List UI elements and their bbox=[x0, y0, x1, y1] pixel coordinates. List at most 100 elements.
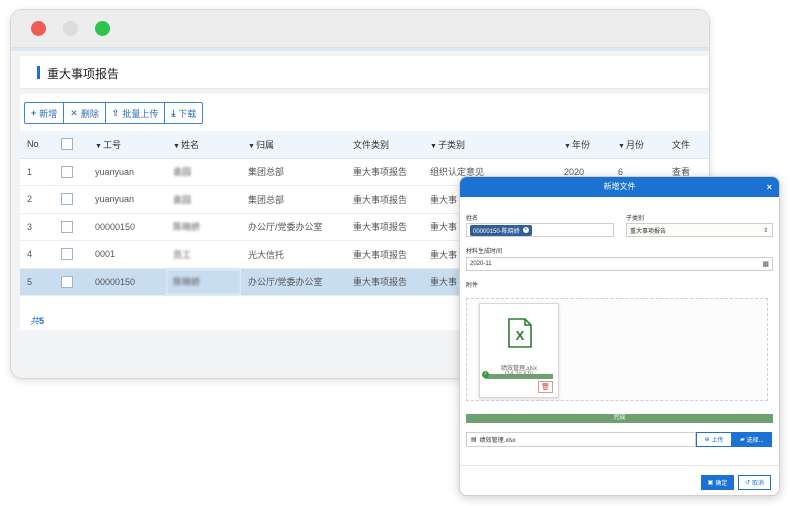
delete-file-button[interactable]: 🗑 bbox=[538, 381, 553, 393]
batch-upload-button[interactable]: ⇪ 批量上传 bbox=[104, 102, 166, 124]
column-header-org[interactable]: ▼归属 bbox=[241, 131, 346, 159]
download-icon: ⤓ bbox=[171, 107, 176, 118]
cell-id: 00000150 bbox=[88, 213, 166, 241]
cell-select[interactable] bbox=[54, 158, 88, 186]
confirm-button-label: 确定 bbox=[715, 481, 728, 487]
calendar-icon[interactable]: ▦ bbox=[762, 260, 769, 268]
column-header-file: 文件 bbox=[665, 131, 709, 159]
file-preview-card: X 绩效管理.xlsx (14.38 KB) ✓ 🗑 bbox=[479, 303, 559, 398]
name-field[interactable]: 00000150-陈晓娇 × bbox=[466, 223, 614, 237]
window-titlebar bbox=[11, 10, 709, 48]
trash-icon: 🗑 bbox=[541, 384, 550, 391]
cell-type: 重大事项报告 bbox=[346, 185, 423, 214]
save-icon: ▣ bbox=[707, 480, 714, 486]
batch-upload-label: 批量上传 bbox=[122, 108, 159, 119]
page-header: 重大事项报告 bbox=[20, 56, 709, 89]
cell-name: 袁园 bbox=[166, 185, 241, 214]
cancel-button[interactable]: ↺ 取消 bbox=[738, 475, 771, 490]
filter-icon[interactable]: ▼ bbox=[173, 143, 180, 150]
name-label: 姓名 bbox=[466, 216, 479, 222]
cell-type: 重大事项报告 bbox=[346, 158, 423, 186]
row-checkbox[interactable] bbox=[61, 220, 73, 233]
cell-id: yuanyuan bbox=[88, 158, 166, 186]
maximize-window-button[interactable] bbox=[95, 21, 110, 36]
row-checkbox[interactable] bbox=[61, 193, 73, 206]
add-file-modal: 新增文件 × 姓名 00000150-陈晓娇 × 子类别 重大事项报告 ⇕ 材料… bbox=[459, 176, 780, 496]
delete-button[interactable]: ✕ 删除 bbox=[63, 102, 106, 124]
column-header-type: 文件类别 bbox=[346, 131, 423, 159]
subcategory-value: 重大事项报告 bbox=[630, 228, 667, 235]
upload-icon: ⇪ bbox=[111, 107, 120, 118]
table-header-row: No ▼工号 ▼姓名 ▼归属 文件类别 ▼子类别 ▼年份 ▼月份 文件 bbox=[20, 131, 709, 159]
cell-select[interactable] bbox=[54, 185, 88, 214]
cell-no: 3 bbox=[20, 213, 54, 241]
filter-icon[interactable]: ▼ bbox=[248, 143, 255, 150]
remove-tag-icon[interactable]: × bbox=[522, 227, 529, 233]
cell-select[interactable] bbox=[54, 213, 88, 241]
file-size: (14.38 KB) bbox=[504, 371, 534, 377]
cell-id: yuanyuan bbox=[88, 185, 166, 214]
upload-file-field[interactable]: ▤ 绩效管理.xlsx bbox=[466, 432, 696, 447]
column-header-subtype[interactable]: ▼子类别 bbox=[423, 131, 557, 159]
delete-button-label: 删除 bbox=[80, 108, 99, 119]
subcategory-select[interactable]: 重大事项报告 ⇕ bbox=[626, 223, 773, 237]
add-button[interactable]: + 新增 bbox=[24, 102, 65, 124]
column-header-no: No bbox=[20, 131, 54, 159]
check-circle-icon: ✓ bbox=[482, 371, 489, 378]
cell-org: 办公厅/党委办公室 bbox=[241, 268, 346, 296]
filter-icon[interactable]: ▼ bbox=[564, 143, 571, 150]
date-label: 材料生成时间 bbox=[466, 249, 503, 255]
modal-header: 新增文件 × bbox=[460, 177, 779, 197]
attachment-label: 附件 bbox=[466, 283, 479, 289]
upload-circle-icon: ⊕ bbox=[704, 437, 710, 443]
cell-name: 员工 bbox=[166, 240, 241, 269]
x-icon: ✕ bbox=[70, 107, 78, 118]
cell-select[interactable] bbox=[54, 240, 88, 269]
column-header-select[interactable] bbox=[54, 131, 88, 159]
upload-button-label: 上传 bbox=[711, 438, 724, 444]
modal-title: 新增文件 bbox=[603, 182, 636, 191]
cell-select[interactable] bbox=[54, 268, 88, 296]
subcategory-label: 子类别 bbox=[626, 216, 645, 222]
column-header-year[interactable]: ▼年份 bbox=[557, 131, 611, 159]
download-button[interactable]: ⤓ 下载 bbox=[164, 102, 204, 124]
total-number: 5 bbox=[39, 316, 45, 326]
filter-icon[interactable]: ▼ bbox=[95, 143, 102, 150]
add-button-label: 新增 bbox=[39, 108, 58, 119]
modal-close-icon[interactable]: × bbox=[767, 177, 772, 197]
column-header-month[interactable]: ▼月份 bbox=[611, 131, 665, 159]
date-field[interactable]: 2020-11 ▦ bbox=[466, 257, 773, 271]
minimize-window-button[interactable] bbox=[63, 21, 78, 36]
row-checkbox[interactable] bbox=[61, 165, 73, 178]
row-checkbox[interactable] bbox=[61, 248, 73, 261]
top-accent-strip bbox=[11, 48, 709, 51]
confirm-button[interactable]: ▣ 确定 bbox=[701, 475, 734, 490]
upload-complete-bar: 完成 bbox=[466, 414, 773, 423]
close-window-button[interactable] bbox=[31, 21, 46, 36]
name-tag-text: 00000150-陈晓娇 bbox=[473, 228, 520, 235]
cell-type: 重大事项报告 bbox=[346, 213, 423, 241]
row-checkbox[interactable] bbox=[61, 275, 73, 288]
cell-no: 4 bbox=[20, 240, 54, 269]
filter-icon[interactable]: ▼ bbox=[430, 143, 437, 150]
upload-file-value: 绩效管理.xlsx bbox=[479, 438, 516, 444]
cancel-button-label: 取消 bbox=[752, 481, 765, 487]
name-tag[interactable]: 00000150-陈晓娇 × bbox=[470, 224, 532, 236]
select-all-checkbox[interactable] bbox=[61, 138, 73, 151]
cell-org: 光大信托 bbox=[241, 240, 346, 269]
cell-name: 袁园 bbox=[166, 158, 241, 186]
excel-file-icon: X bbox=[508, 318, 532, 348]
svg-text:X: X bbox=[516, 328, 525, 343]
upload-button[interactable]: ⊕ 上传 bbox=[696, 432, 732, 447]
select-arrow-icon: ⇕ bbox=[762, 227, 768, 234]
file-dropzone[interactable]: X 绩效管理.xlsx (14.38 KB) ✓ 🗑 bbox=[466, 298, 768, 401]
filter-icon[interactable]: ▼ bbox=[618, 143, 625, 150]
choose-file-button[interactable]: ▰ 选择... bbox=[732, 432, 772, 447]
column-header-name[interactable]: ▼姓名 bbox=[166, 131, 241, 159]
title-accent-bar bbox=[37, 66, 40, 79]
cell-type: 重大事项报告 bbox=[346, 240, 423, 269]
column-header-id[interactable]: ▼工号 bbox=[88, 131, 166, 159]
choose-button-label: 选择... bbox=[746, 438, 764, 444]
cell-no: 1 bbox=[20, 158, 54, 186]
page-title: 重大事项报告 bbox=[47, 67, 120, 81]
